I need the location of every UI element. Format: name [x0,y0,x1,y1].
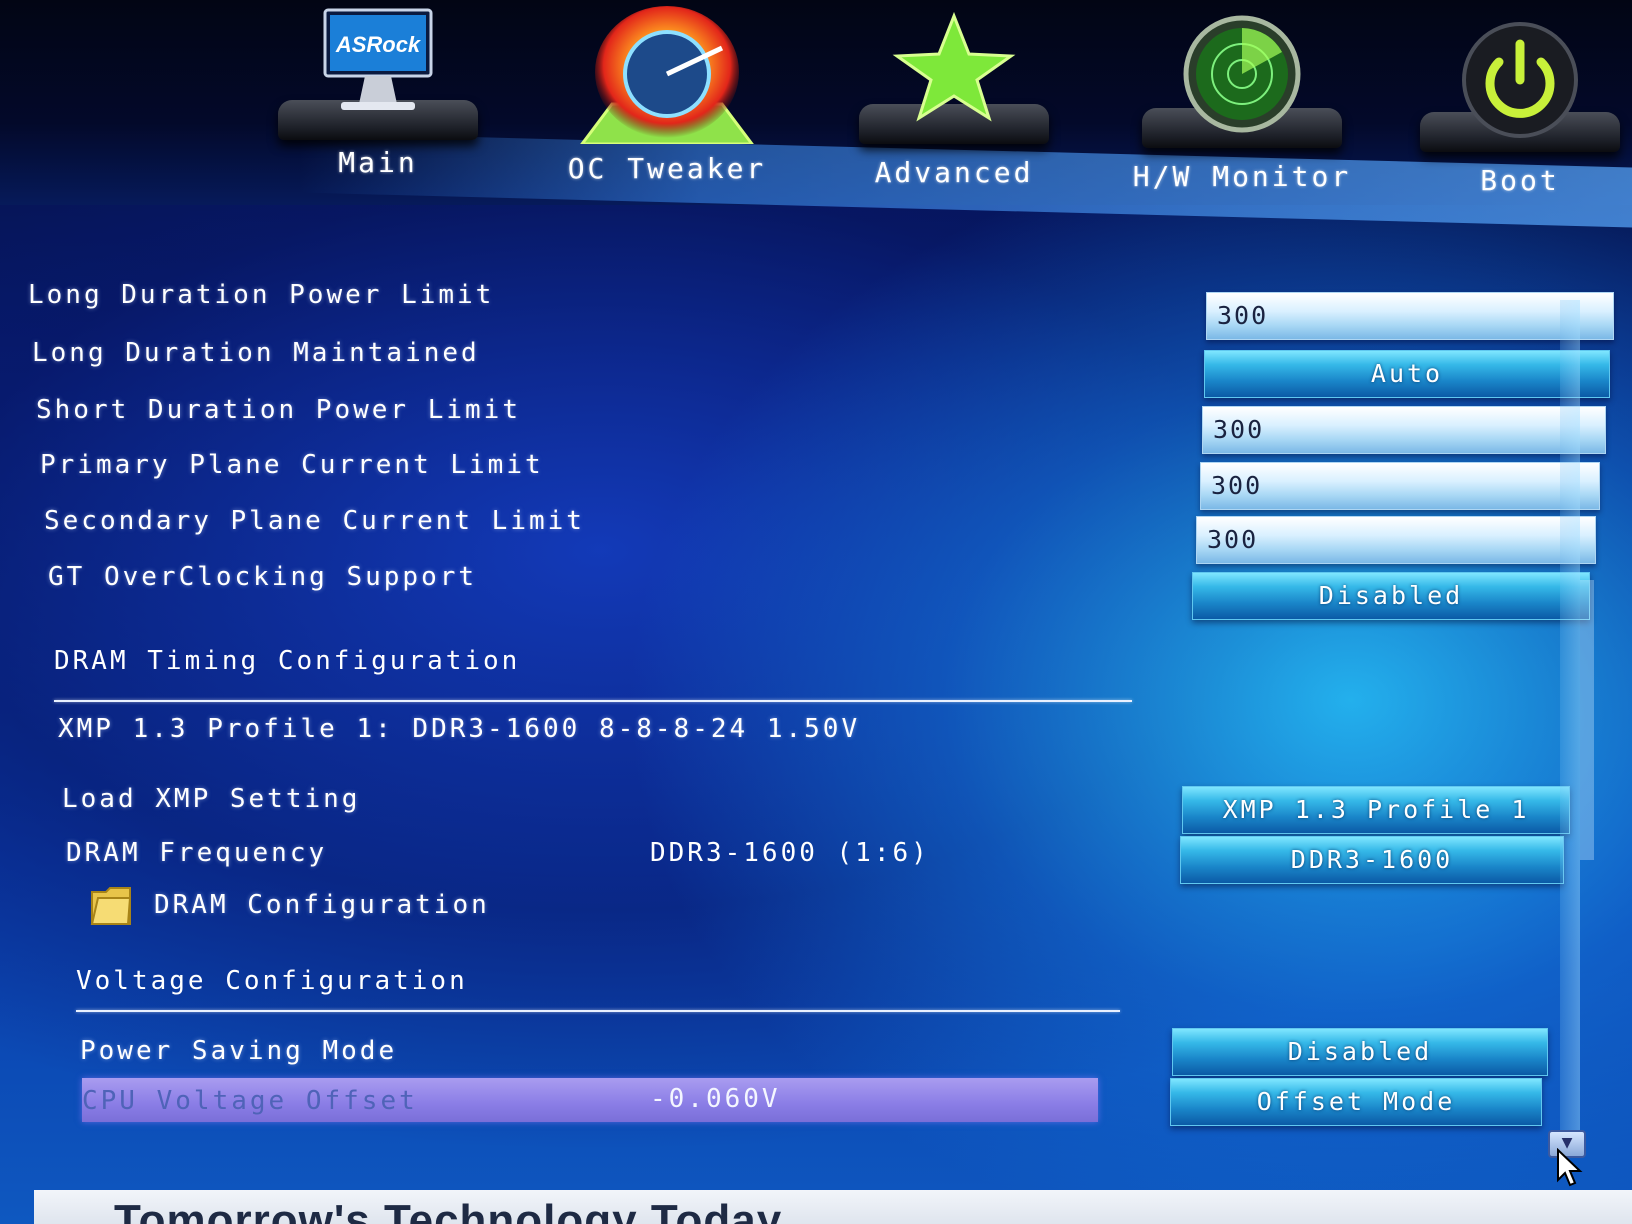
primary-plane-current-limit-field[interactable]: 300 [1200,462,1600,510]
tab-advanced[interactable]: Advanced [834,0,1074,205]
speedometer-flame-icon [562,4,772,148]
primary-plane-current-limit-label: Primary Plane Current Limit [40,450,544,480]
scrollbar-thumb[interactable] [1580,580,1594,860]
secondary-plane-current-limit-field[interactable]: 300 [1196,516,1596,564]
tab-boot-label: Boot [1480,164,1560,197]
cpu-voltage-offset-label: CPU Voltage Offset [82,1086,418,1116]
footer-bar: Tomorrow's Technology Today [34,1190,1632,1224]
gt-overclocking-support-label: GT OverClocking Support [48,562,478,592]
short-duration-power-limit-field[interactable]: 300 [1202,406,1606,454]
star-icon [889,11,1019,126]
asrock-logo: ASRock [335,32,421,57]
tab-boot[interactable]: Boot [1400,0,1632,205]
secondary-plane-current-limit-label: Secondary Plane Current Limit [44,506,585,536]
tab-main-label: Main [338,146,418,179]
scrollbar-track[interactable] [1560,300,1580,1140]
long-duration-power-limit-label: Long Duration Power Limit [28,280,495,310]
short-duration-power-limit-label: Short Duration Power Limit [36,395,521,425]
tab-main[interactable]: ASRock Main [258,0,498,205]
footer-slogan: Tomorrow's Technology Today [114,1196,783,1224]
voltage-section-title: Voltage Configuration [76,966,468,996]
power-saving-mode-select[interactable]: Disabled [1172,1028,1548,1076]
power-saving-mode-label: Power Saving Mode [80,1036,398,1066]
power-icon [1455,20,1585,144]
folder-icon [88,884,134,932]
dram-timing-section-title: DRAM Timing Configuration [54,646,521,676]
radar-icon [1174,14,1310,138]
tab-oc-tweaker-label: OC Tweaker [567,152,767,185]
xmp-profile-info: XMP 1.3 Profile 1: DDR3-1600 8-8-8-24 1.… [58,714,861,744]
gt-overclocking-support-select[interactable]: Disabled [1192,572,1590,620]
long-duration-power-limit-field[interactable]: 300 [1206,292,1614,340]
tab-hw-monitor-label: H/W Monitor [1132,160,1352,193]
dram-frequency-current: DDR3-1600 (1:6) [650,838,930,868]
long-duration-maintained-label: Long Duration Maintained [32,338,480,368]
tab-oc-tweaker[interactable]: OC Tweaker [547,0,787,205]
bios-screen: ASRock Main OC Tweaker Advanced H/W Moni… [0,0,1632,1224]
load-xmp-setting-select[interactable]: XMP 1.3 Profile 1 [1182,786,1570,834]
tab-hw-monitor[interactable]: H/W Monitor [1122,0,1362,205]
section-divider [76,1010,1120,1012]
dram-frequency-label: DRAM Frequency [66,838,328,868]
section-divider [54,700,1132,702]
load-xmp-setting-label: Load XMP Setting [62,784,361,814]
cpu-voltage-offset-select[interactable]: Offset Mode [1170,1078,1542,1126]
dram-configuration-item[interactable]: DRAM Configuration [154,890,490,920]
monitor-icon [313,8,443,122]
cpu-voltage-offset-current: -0.060V [650,1084,781,1114]
tab-advanced-label: Advanced [874,156,1034,189]
dram-frequency-select[interactable]: DDR3-1600 [1180,836,1564,884]
long-duration-maintained-select[interactable]: Auto [1204,350,1610,398]
